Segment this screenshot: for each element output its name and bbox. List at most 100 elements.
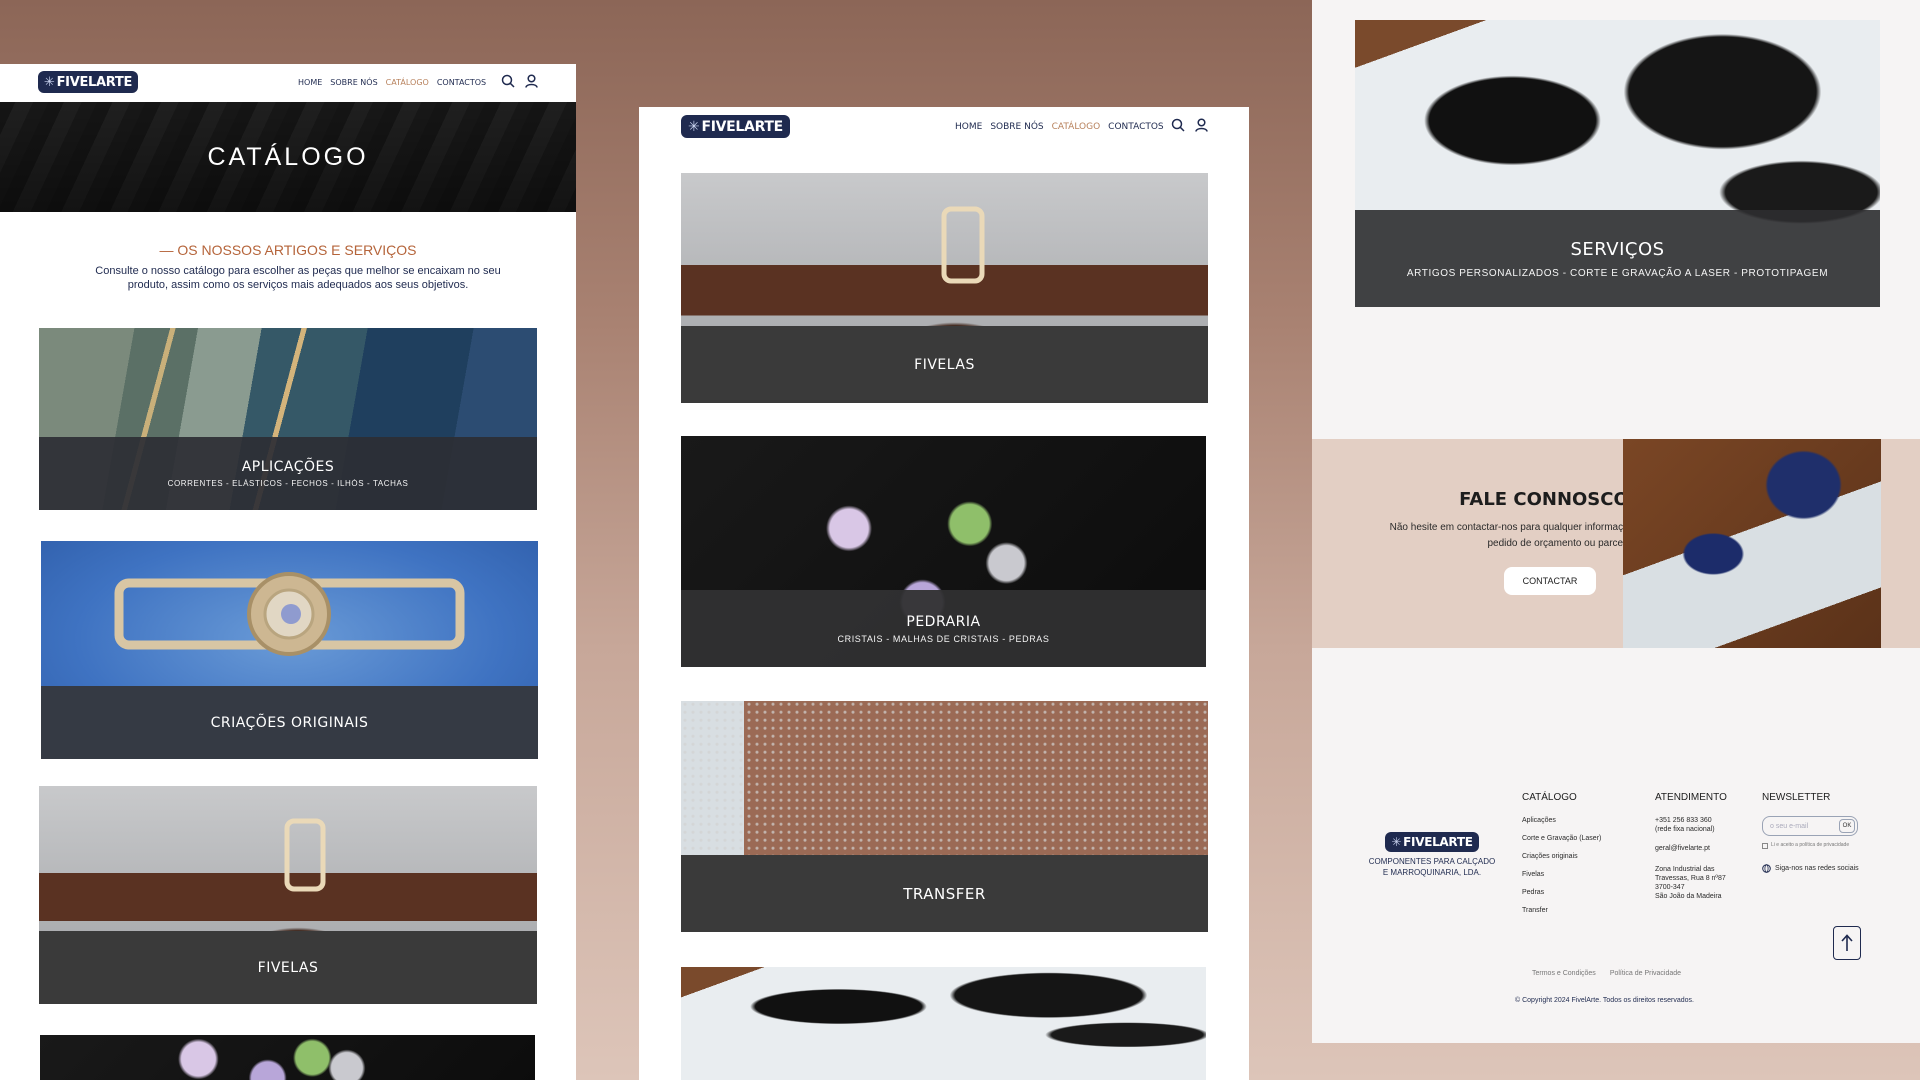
- copyright: © Copyright 2024 FivelArte. Todos os dir…: [1515, 997, 1694, 1004]
- card-title: FIVELAS: [914, 356, 975, 373]
- card-title: SERVIÇOS: [1570, 238, 1665, 260]
- newsletter-ok-button[interactable]: OK: [1839, 819, 1855, 833]
- buckle-on-boot: [941, 206, 985, 284]
- card-subtitle: CRISTAIS - MALHAS DE CRISTAIS - PEDRAS: [837, 633, 1050, 644]
- shoes-image: [681, 967, 1206, 1080]
- search-icon[interactable]: [501, 74, 515, 88]
- brand-logo[interactable]: ✳ FIVELARTE: [38, 71, 139, 93]
- catalog-page-panel: ✳ FIVELARTE HOME SOBRE NÓS CATÁLOGO CONT…: [0, 64, 576, 1080]
- footer-link[interactable]: Fivelas: [1522, 870, 1632, 879]
- card-servicos[interactable]: SERVIÇOS ARTIGOS PERSONALIZADOS - CORTE …: [1355, 20, 1880, 307]
- logo-mark-icon: ✳: [688, 118, 700, 135]
- search-icon[interactable]: [1171, 118, 1185, 132]
- footer-link[interactable]: Aplicações: [1522, 816, 1632, 825]
- scroll-top-button[interactable]: [1833, 926, 1861, 960]
- footer-brand: ✳ FIVELARTE COMPONENTES PARA CALÇADO E M…: [1367, 832, 1497, 878]
- card-caption: APLICAÇÕES CORRENTES - ELÁSTICOS - FECHO…: [39, 437, 537, 510]
- social-link[interactable]: Siga-nos nas redes sociais: [1762, 864, 1882, 873]
- card-title: CRIAÇÕES ORIGINAIS: [210, 714, 369, 731]
- footer-newsletter-heading: NEWSLETTER: [1762, 792, 1831, 803]
- footer-tagline: COMPONENTES PARA CALÇADO E MARROQUINARIA…: [1368, 857, 1496, 877]
- user-icon[interactable]: [525, 74, 538, 88]
- card-fivelas[interactable]: FIVELAS: [39, 786, 537, 1004]
- card-caption: TRANSFER: [681, 855, 1208, 932]
- nav-home[interactable]: HOME: [955, 122, 982, 132]
- card-title: TRANSFER: [903, 884, 986, 903]
- footer-newsletter-col: NEWSLETTER o seu e-mail OK Li e aceito a…: [1762, 793, 1882, 873]
- footer-email[interactable]: geral@fivelarte.pt: [1655, 844, 1745, 853]
- newsletter-placeholder: o seu e-mail: [1770, 822, 1809, 830]
- newsletter-consent: Li e aceito a política de privacidade: [1762, 841, 1882, 850]
- card-pedraria-partial[interactable]: [40, 1035, 535, 1080]
- card-subtitle: CORRENTES - ELÁSTICOS - FECHOS - ILHÓS -…: [167, 479, 409, 488]
- footer-logo[interactable]: ✳ FIVELARTE: [1385, 832, 1479, 852]
- contact-title: FALE CONNOSCO!: [1459, 489, 1637, 510]
- card-criacoes-originais[interactable]: CRIAÇÕES ORIGINAIS: [41, 541, 538, 759]
- footer-address-line: Travessas, Rua 8 nº87: [1655, 875, 1726, 882]
- nav-home[interactable]: HOME: [298, 78, 322, 87]
- contact-section: FALE CONNOSCO! Não hesite em contactar-n…: [1312, 439, 1920, 648]
- footer-phone-note: (rede fixa nacional): [1655, 826, 1715, 833]
- top-nav: ✳ FIVELARTE HOME SOBRE NÓS CATÁLOGO CONT…: [0, 64, 576, 102]
- user-icon[interactable]: [1195, 118, 1208, 132]
- card-caption: CRIAÇÕES ORIGINAIS: [41, 686, 538, 759]
- brand-name: FIVELARTE: [1403, 835, 1473, 849]
- footer-address-line: Zona Industrial das: [1655, 866, 1715, 873]
- nav-icons: [501, 74, 538, 88]
- footer-catalog-col: CATÁLOGO Aplicações Corte e Gravação (La…: [1522, 793, 1632, 924]
- nav-catalog[interactable]: CATÁLOGO: [386, 78, 429, 87]
- globe-icon: [1762, 864, 1771, 873]
- card-servicos-partial[interactable]: [681, 967, 1206, 1080]
- buckle-illustration: [114, 572, 465, 656]
- nav-links: HOME SOBRE NÓS CATÁLOGO CONTACTOS: [955, 122, 1164, 132]
- nav-contacts[interactable]: CONTACTOS: [437, 78, 486, 87]
- card-title: APLICAÇÕES: [241, 459, 335, 475]
- footer-link[interactable]: Transfer: [1522, 906, 1632, 915]
- footer-address-line: São João da Madeira: [1655, 893, 1722, 900]
- card-subtitle: ARTIGOS PERSONALIZADOS - CORTE E GRAVAÇÃ…: [1406, 267, 1829, 279]
- nav-about[interactable]: SOBRE NÓS: [330, 78, 377, 87]
- brand-name: FIVELARTE: [56, 74, 133, 90]
- privacy-link[interactable]: Política de Privacidade: [1610, 970, 1681, 977]
- consent-checkbox[interactable]: [1762, 842, 1768, 849]
- nav-about[interactable]: SOBRE NÓS: [990, 122, 1043, 132]
- card-caption: FIVELAS: [39, 931, 537, 1004]
- section-description: Consulte o nosso catálogo para escolher …: [95, 265, 501, 291]
- consent-label: Li e aceito a política de privacidade: [1771, 842, 1850, 848]
- nav-links: HOME SOBRE NÓS CATÁLOGO CONTACTOS: [298, 78, 486, 87]
- card-fivelas[interactable]: FIVELAS: [681, 173, 1208, 403]
- brand-name: FIVELARTE: [701, 118, 783, 135]
- nav-contacts[interactable]: CONTACTOS: [1108, 122, 1163, 132]
- footer-link[interactable]: Pedras: [1522, 888, 1632, 897]
- section-title: — OS NOSSOS ARTIGOS E SERVIÇOS: [159, 242, 417, 258]
- footer-catalog-heading: CATÁLOGO: [1522, 792, 1577, 803]
- footer-address-line: 3700-347: [1655, 884, 1685, 891]
- logo-mark-icon: ✳: [44, 74, 55, 90]
- footer-support-col: ATENDIMENTO +351 256 833 360 (rede fixa …: [1655, 793, 1745, 901]
- card-caption: SERVIÇOS ARTIGOS PERSONALIZADOS - CORTE …: [1355, 210, 1880, 307]
- footer-phone[interactable]: +351 256 833 360: [1655, 816, 1745, 825]
- hero-title: CATÁLOGO: [207, 142, 369, 171]
- crystal-image: [40, 1035, 535, 1080]
- terms-link[interactable]: Termos e Condições: [1532, 970, 1596, 977]
- card-transfer[interactable]: TRANSFER: [681, 701, 1208, 932]
- brand-logo[interactable]: ✳ FIVELARTE: [681, 115, 790, 138]
- top-nav: ✳ FIVELARTE HOME SOBRE NÓS CATÁLOGO CONT…: [639, 107, 1249, 147]
- arrow-up-icon: [1841, 934, 1853, 951]
- card-caption: PEDRARIA CRISTAIS - MALHAS DE CRISTAIS -…: [681, 590, 1206, 667]
- footer: ✳ FIVELARTE COMPONENTES PARA CALÇADO E M…: [1312, 760, 1920, 1020]
- card-title: PEDRARIA: [906, 613, 981, 630]
- contact-button[interactable]: CONTACTAR: [1504, 567, 1596, 595]
- nav-catalog[interactable]: CATÁLOGO: [1052, 122, 1101, 132]
- catalog-hero: CATÁLOGO: [0, 102, 576, 212]
- card-pedraria[interactable]: PEDRARIA CRISTAIS - MALHAS DE CRISTAIS -…: [681, 436, 1206, 667]
- buckle-on-boot: [284, 818, 326, 892]
- contact-text: Não hesite em contactar-nos para qualque…: [1389, 522, 1637, 549]
- newsletter-email-input[interactable]: o seu e-mail OK: [1762, 816, 1858, 836]
- catalog-mobile-panel: ✳ FIVELARTE HOME SOBRE NÓS CATÁLOGO CONT…: [639, 107, 1249, 1080]
- nav-icons: [1171, 118, 1208, 132]
- footer-link[interactable]: Criações originais: [1522, 852, 1632, 861]
- footer-link[interactable]: Corte e Gravação (Laser): [1522, 834, 1632, 843]
- card-aplicacoes[interactable]: APLICAÇÕES CORRENTES - ELÁSTICOS - FECHO…: [39, 328, 537, 510]
- card-caption: FIVELAS: [681, 326, 1208, 403]
